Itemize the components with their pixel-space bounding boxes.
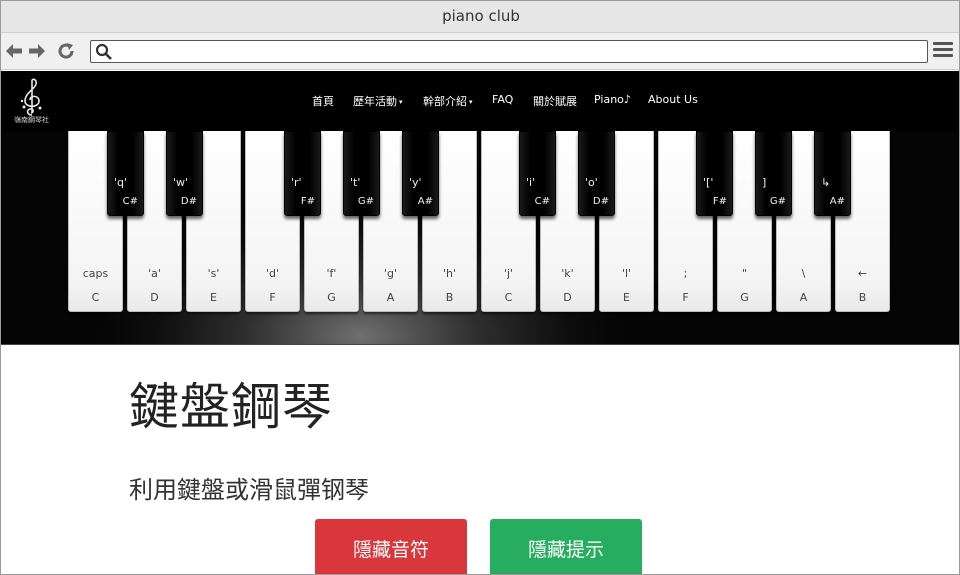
key-hint: 'q': [114, 176, 128, 189]
nav-item-past-events[interactable]: 歷年活動 ▾: [353, 93, 403, 109]
key-hint: 'w': [173, 176, 189, 189]
caret-down-icon: ▾: [399, 98, 403, 106]
arrow-right-icon: [29, 44, 45, 58]
key-hint: caps: [82, 267, 109, 280]
key-hint: 'g': [383, 267, 398, 280]
key-hint: 'j': [503, 267, 514, 280]
key-hint: 'y': [409, 176, 422, 189]
key-note: G#: [769, 196, 786, 207]
nav-item-piano[interactable]: Piano♪: [594, 93, 631, 106]
key-hint: 'r': [291, 176, 302, 189]
key-note: A#: [829, 196, 845, 207]
reload-icon: [58, 43, 74, 59]
black-key[interactable]: 'o' D#: [578, 131, 615, 216]
black-key[interactable]: 'w' D#: [166, 131, 203, 216]
key-note: F: [269, 291, 276, 304]
key-hint: 'f': [326, 267, 337, 280]
piano-keyboard: caps C 'a' D 's' E 'd' F 'f' G 'g' A 'h' B 'j' C…: [1, 131, 959, 345]
key-hint: 'h': [442, 267, 457, 280]
key-hint: 'i': [526, 176, 536, 189]
nav-item-about-exhibition[interactable]: 關於賦展: [533, 93, 577, 109]
key-note: B: [445, 291, 454, 304]
key-hint: ;: [683, 267, 688, 280]
key-hint: 'k': [561, 267, 574, 280]
forward-button[interactable]: [26, 40, 48, 62]
key-note: B: [858, 291, 867, 304]
black-key[interactable]: '[' F#: [696, 131, 733, 216]
page-subtitle: 利用鍵盤或滑鼠彈钢琴: [129, 476, 369, 504]
key-note: A#: [417, 196, 433, 207]
nav-item-about-us[interactable]: About Us: [648, 93, 698, 106]
key-hint: ↳: [821, 176, 831, 189]
key-note: D: [150, 291, 159, 304]
back-button[interactable]: [3, 40, 25, 62]
key-note: C: [91, 291, 100, 304]
nav-item-faq[interactable]: FAQ: [492, 93, 513, 106]
black-key[interactable]: ] G#: [755, 131, 792, 216]
black-key[interactable]: 'i' C#: [519, 131, 556, 216]
key-hint: \: [801, 267, 806, 280]
key-note: D: [563, 291, 572, 304]
key-note: C: [504, 291, 513, 304]
key-hint: ←: [857, 267, 868, 280]
site-navbar: 嶺南鋼琴社 首頁 歷年活動 ▾ 幹部介紹 ▾ FAQ 關於賦展 Piano♪ Abo…: [1, 71, 959, 131]
key-hint: ]: [762, 176, 767, 189]
key-hint: '[': [703, 176, 714, 189]
nav-item-home[interactable]: 首頁: [312, 93, 334, 109]
browser-toolbar: [1, 33, 959, 70]
key-hint: 'a': [148, 267, 161, 280]
black-key[interactable]: 'y' A#: [402, 131, 439, 216]
hide-hints-button[interactable]: 隱藏提示: [490, 519, 642, 574]
hide-notes-button[interactable]: 隱藏音符: [315, 519, 467, 574]
url-input[interactable]: [117, 42, 917, 61]
window-title: piano club: [442, 7, 520, 25]
key-note: F#: [300, 196, 315, 207]
reload-button[interactable]: [55, 40, 77, 62]
key-hint: ": [741, 267, 748, 280]
key-note: E: [210, 291, 217, 304]
key-note: D#: [180, 196, 197, 207]
page-title: 鍵盤鋼琴: [129, 378, 333, 436]
menu-button[interactable]: [933, 42, 953, 60]
key-note: A: [386, 291, 395, 304]
key-note: G#: [357, 196, 374, 207]
nav-item-officers[interactable]: 幹部介紹 ▾: [423, 93, 473, 109]
key-hint: 's': [207, 267, 220, 280]
key-note: C#: [122, 196, 138, 207]
caret-down-icon: ▾: [469, 98, 473, 106]
key-note: C#: [534, 196, 550, 207]
key-hint: 'd': [265, 267, 280, 280]
hamburger-icon: [933, 42, 953, 45]
key-note: G: [740, 291, 749, 304]
black-key[interactable]: 'r' F#: [284, 131, 321, 216]
arrow-left-icon: [6, 44, 22, 58]
key-hint: 't': [350, 176, 361, 189]
key-note: G: [327, 291, 336, 304]
address-bar[interactable]: [90, 40, 928, 63]
key-note: F: [682, 291, 689, 304]
browser-window: piano club 嶺南鋼琴社 首頁 歷年活動 ▾ 幹部介紹 ▾ FAQ 關於…: [0, 0, 960, 575]
logo-text: 嶺南鋼琴社: [14, 116, 49, 124]
key-note: A: [799, 291, 808, 304]
search-icon: [95, 43, 112, 60]
key-note: E: [623, 291, 630, 304]
black-key[interactable]: ↳ A#: [814, 131, 851, 216]
black-key[interactable]: 't' G#: [343, 131, 380, 216]
key-note: D#: [592, 196, 609, 207]
key-hint: 'l': [621, 267, 632, 280]
key-hint: 'o': [585, 176, 598, 189]
black-key[interactable]: 'q' C#: [107, 131, 144, 216]
title-bar: piano club: [1, 1, 959, 33]
treble-clef-logo-icon: [20, 78, 42, 116]
key-note: F#: [712, 196, 727, 207]
